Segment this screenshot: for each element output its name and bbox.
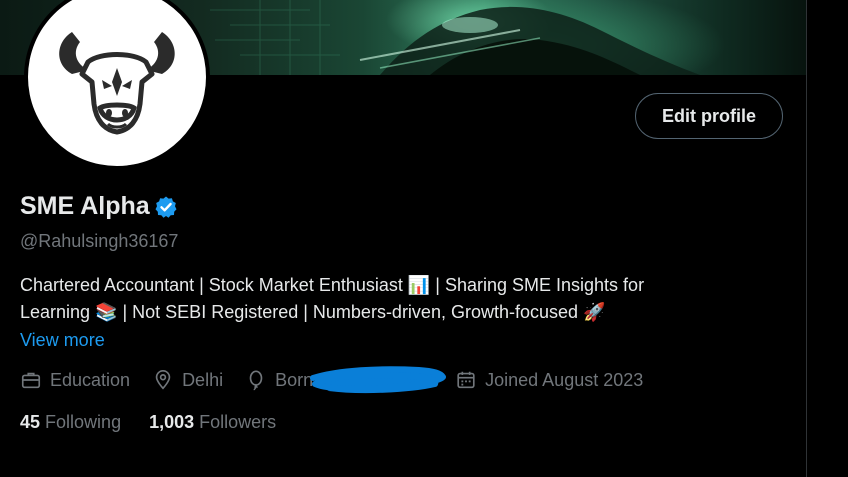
name-row: SME Alpha — [20, 192, 178, 221]
category-label: Education — [50, 369, 131, 390]
chart-emoji-icon: 📊 — [407, 275, 431, 295]
bio-text: | Not SEBI Registered | Numbers-driven, … — [117, 302, 584, 322]
following-link[interactable]: 45 Following — [20, 412, 121, 433]
followers-link[interactable]: 1,003 Followers — [149, 412, 276, 433]
edit-profile-button[interactable]: Edit profile — [635, 93, 783, 139]
birthday-label: Born — [275, 369, 314, 390]
following-label: Following — [45, 412, 122, 432]
avatar-image — [28, 0, 206, 166]
followers-count: 1,003 — [149, 412, 195, 432]
balloon-icon — [249, 370, 263, 391]
follow-stats: 45 Following 1,003 Followers — [20, 412, 304, 433]
location-pin-icon — [155, 370, 171, 390]
profile-bio: Chartered Accountant | Stock Market Enth… — [20, 272, 790, 326]
profile-avatar[interactable] — [24, 0, 210, 170]
rocket-emoji-icon: 🚀 — [583, 302, 606, 322]
user-handle: @Rahulsingh36167 — [20, 231, 179, 251]
column-divider — [806, 0, 807, 477]
bio-text: Learning — [20, 302, 96, 322]
location-label: Delhi — [182, 369, 224, 390]
profile-column: Edit profile SME Alpha @Rahulsingh36167 … — [0, 0, 807, 477]
joined-label: Joined August 2023 — [485, 369, 644, 390]
category-item: Education — [20, 369, 130, 391]
bio-text: | Sharing SME Insights for — [430, 275, 645, 295]
calendar-icon — [457, 371, 475, 389]
location-item: Delhi — [152, 369, 223, 391]
view-more-link[interactable]: View more — [20, 330, 105, 351]
display-name: SME Alpha — [20, 192, 150, 220]
following-count: 45 — [20, 412, 41, 432]
birthday-item: Born — [245, 369, 313, 391]
joined-item: Joined August 2023 — [455, 369, 643, 391]
books-emoji-icon: 📚 — [95, 302, 118, 322]
redaction-scribble — [310, 366, 446, 394]
verified-badge-icon[interactable] — [154, 195, 178, 219]
followers-label: Followers — [199, 412, 277, 432]
bio-text: Chartered Accountant | Stock Market Enth… — [20, 275, 408, 295]
bull-head-logo — [59, 32, 175, 135]
briefcase-icon — [21, 372, 41, 389]
